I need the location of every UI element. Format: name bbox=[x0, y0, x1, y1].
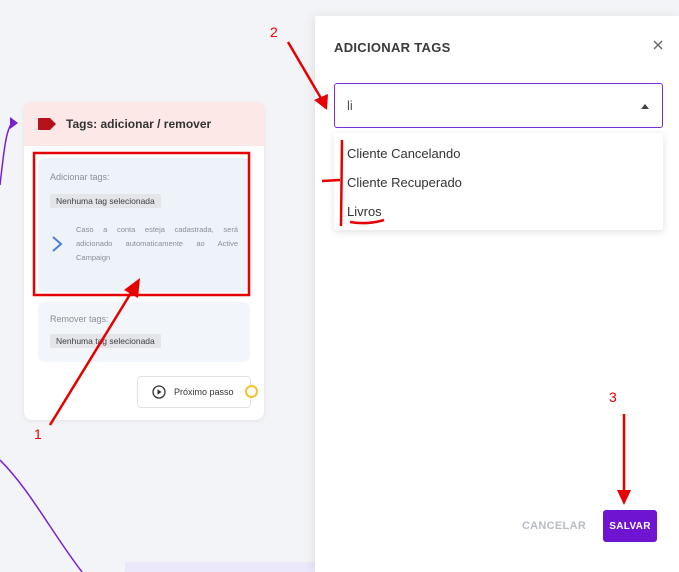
add-tags-section[interactable]: Adicionar tags: Nenhuma tag selecionada … bbox=[38, 158, 250, 292]
save-button[interactable]: SALVAR bbox=[603, 510, 657, 542]
tag-icon bbox=[38, 118, 56, 130]
add-tags-modal: ADICIONAR TAGS Cliente Cancelando Client… bbox=[315, 16, 679, 572]
output-connector[interactable] bbox=[245, 385, 258, 398]
incoming-edge bbox=[0, 122, 13, 186]
outgoing-edge bbox=[0, 459, 83, 572]
tag-options-dropdown: Cliente Cancelando Cliente Recuperado Li… bbox=[334, 133, 663, 230]
next-node-preview bbox=[125, 562, 325, 572]
cancel-button[interactable]: CANCELAR bbox=[519, 510, 589, 542]
option-livros[interactable]: Livros bbox=[334, 197, 663, 226]
info-text: Caso a conta esteja cadastrada, será adi… bbox=[76, 225, 238, 262]
remove-tags-section[interactable]: Remover tags: Nenhuma tag selecionada bbox=[38, 302, 250, 362]
option-cliente-cancelando[interactable]: Cliente Cancelando bbox=[334, 139, 663, 168]
node-title: Tags: adicionar / remover bbox=[66, 117, 212, 131]
remove-tags-label: Remover tags: bbox=[50, 314, 109, 324]
node-header: Tags: adicionar / remover bbox=[24, 102, 264, 146]
tags-node-card[interactable]: Tags: adicionar / remover Adicionar tags… bbox=[24, 102, 264, 420]
add-tags-label: Adicionar tags: bbox=[50, 172, 110, 182]
play-circle-icon bbox=[152, 385, 166, 399]
add-tags-chip: Nenhuma tag selecionada bbox=[50, 194, 161, 208]
remove-tags-chip: Nenhuma tag selecionada bbox=[50, 334, 161, 348]
chevron-right-icon bbox=[52, 236, 63, 252]
next-step-label: Próximo passo bbox=[174, 387, 234, 397]
info-row: Caso a conta esteja cadastrada, será adi… bbox=[50, 223, 238, 265]
tag-search-input[interactable] bbox=[347, 98, 607, 113]
close-icon[interactable] bbox=[651, 38, 665, 52]
incoming-edge-arrow bbox=[10, 117, 18, 129]
tag-search-field[interactable] bbox=[334, 83, 663, 128]
modal-title: ADICIONAR TAGS bbox=[334, 40, 451, 55]
option-cliente-recuperado[interactable]: Cliente Recuperado bbox=[334, 168, 663, 197]
next-step-button[interactable]: Próximo passo bbox=[137, 376, 251, 408]
caret-up-icon[interactable] bbox=[640, 103, 650, 109]
